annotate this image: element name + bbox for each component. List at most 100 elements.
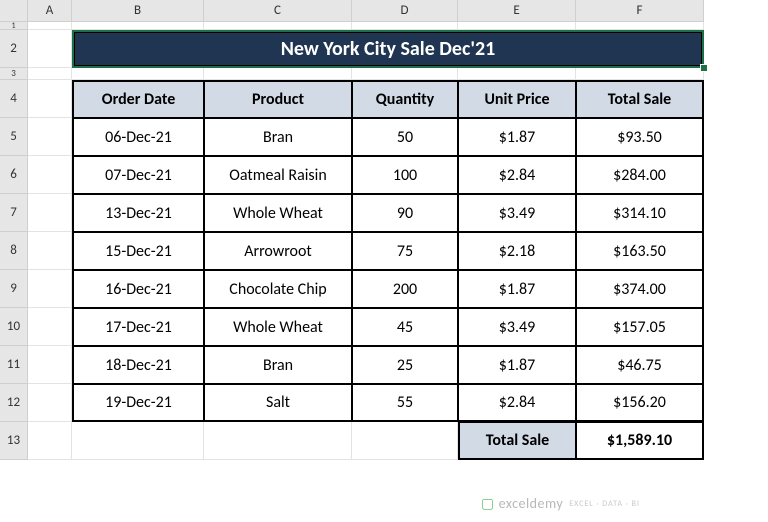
footer-total-label[interactable]: Total Sale: [458, 422, 576, 460]
cell-F1[interactable]: [576, 22, 704, 30]
header-product[interactable]: Product: [204, 80, 352, 118]
row-header-3[interactable]: 3: [0, 68, 28, 80]
cell-order-date[interactable]: 18-Dec-21: [72, 346, 204, 384]
cell-unit-price[interactable]: $3.49: [458, 194, 576, 232]
cell-total-sale[interactable]: $284.00: [576, 156, 704, 194]
footer-total-value[interactable]: $1,589.10: [576, 422, 704, 460]
cell-A1[interactable]: [28, 22, 72, 30]
row-header-1[interactable]: 1: [0, 22, 28, 30]
cell-gutter[interactable]: [28, 194, 72, 232]
row-header-11[interactable]: 11: [0, 346, 28, 384]
cell-A3[interactable]: [28, 68, 72, 80]
cell-quantity[interactable]: 90: [352, 194, 458, 232]
cell-E3[interactable]: [458, 68, 576, 80]
cell-unit-price[interactable]: $2.18: [458, 232, 576, 270]
cell-quantity[interactable]: 100: [352, 156, 458, 194]
header-order-date[interactable]: Order Date: [72, 80, 204, 118]
cell-order-date[interactable]: 06-Dec-21: [72, 118, 204, 156]
header-total-sale[interactable]: Total Sale: [576, 80, 704, 118]
cell-F3[interactable]: [576, 68, 704, 80]
cell-total-sale[interactable]: $163.50: [576, 232, 704, 270]
row-header-10[interactable]: 10: [0, 308, 28, 346]
cell-E1[interactable]: [458, 22, 576, 30]
cell-total-sale[interactable]: $314.10: [576, 194, 704, 232]
table-row: 07-Dec-21Oatmeal Raisin100$2.84$284.00: [28, 156, 704, 194]
cell-A13[interactable]: [28, 422, 72, 460]
cell-gutter[interactable]: [28, 308, 72, 346]
cell-gutter[interactable]: [28, 156, 72, 194]
cell-unit-price[interactable]: $2.84: [458, 156, 576, 194]
row-header-8[interactable]: 8: [0, 232, 28, 270]
cell-B1[interactable]: [72, 22, 204, 30]
row-header-6[interactable]: 6: [0, 156, 28, 194]
cell-product[interactable]: Oatmeal Raisin: [204, 156, 352, 194]
table-row: 19-Dec-21Salt55$2.84$156.20: [28, 384, 704, 422]
cell-D3[interactable]: [352, 68, 458, 80]
row-header-12[interactable]: 12: [0, 384, 28, 422]
cell-order-date[interactable]: 17-Dec-21: [72, 308, 204, 346]
cell-product[interactable]: Bran: [204, 118, 352, 156]
cell-unit-price[interactable]: $2.84: [458, 384, 576, 422]
col-header-E[interactable]: E: [458, 0, 576, 22]
row-header-9[interactable]: 9: [0, 270, 28, 308]
table-row: 18-Dec-21Bran25$1.87$46.75: [28, 346, 704, 384]
watermark: ▢ exceldemy EXCEL · DATA · BI: [481, 495, 640, 512]
col-header-B[interactable]: B: [72, 0, 204, 22]
cell-total-sale[interactable]: $93.50: [576, 118, 704, 156]
cell-A4[interactable]: [28, 80, 72, 118]
cell-C13[interactable]: [204, 422, 352, 460]
cell-gutter[interactable]: [28, 384, 72, 422]
cell-product[interactable]: Whole Wheat: [204, 308, 352, 346]
cell-unit-price[interactable]: $3.49: [458, 308, 576, 346]
cell-total-sale[interactable]: $374.00: [576, 270, 704, 308]
cell-unit-price[interactable]: $1.87: [458, 346, 576, 384]
cell-quantity[interactable]: 45: [352, 308, 458, 346]
cell-total-sale[interactable]: $157.05: [576, 308, 704, 346]
selection-handle-icon[interactable]: [700, 64, 708, 72]
row-header-2[interactable]: 2: [0, 30, 28, 68]
col-header-F[interactable]: F: [576, 0, 704, 22]
cell-gutter[interactable]: [28, 232, 72, 270]
cell-order-date[interactable]: 07-Dec-21: [72, 156, 204, 194]
header-quantity[interactable]: Quantity: [352, 80, 458, 118]
cell-C1[interactable]: [204, 22, 352, 30]
cell-B3[interactable]: [72, 68, 204, 80]
col-header-D[interactable]: D: [352, 0, 458, 22]
row-header-13[interactable]: 13: [0, 422, 28, 460]
cell-C3[interactable]: [204, 68, 352, 80]
cell-product[interactable]: Salt: [204, 384, 352, 422]
select-all-corner[interactable]: [0, 0, 28, 22]
cell-quantity[interactable]: 55: [352, 384, 458, 422]
cell-product[interactable]: Bran: [204, 346, 352, 384]
cell-order-date[interactable]: 16-Dec-21: [72, 270, 204, 308]
cell-gutter[interactable]: [28, 118, 72, 156]
cell-A2[interactable]: [28, 30, 72, 68]
cell-order-date[interactable]: 19-Dec-21: [72, 384, 204, 422]
cell-total-sale[interactable]: $156.20: [576, 384, 704, 422]
title-cell[interactable]: New York City Sale Dec'21: [72, 30, 704, 68]
row-header-5[interactable]: 5: [0, 118, 28, 156]
cell-order-date[interactable]: 15-Dec-21: [72, 232, 204, 270]
cell-gutter[interactable]: [28, 346, 72, 384]
cell-quantity[interactable]: 200: [352, 270, 458, 308]
cell-quantity[interactable]: 25: [352, 346, 458, 384]
row-headers: 1 2 3 4 5 6 7 8 9 10 11 12 13: [0, 22, 28, 460]
cell-unit-price[interactable]: $1.87: [458, 118, 576, 156]
cell-gutter[interactable]: [28, 270, 72, 308]
cell-B13[interactable]: [72, 422, 204, 460]
cell-quantity[interactable]: 50: [352, 118, 458, 156]
cell-total-sale[interactable]: $46.75: [576, 346, 704, 384]
header-unit-price[interactable]: Unit Price: [458, 80, 576, 118]
cell-order-date[interactable]: 13-Dec-21: [72, 194, 204, 232]
cell-product[interactable]: Chocolate Chip: [204, 270, 352, 308]
cell-product[interactable]: Whole Wheat: [204, 194, 352, 232]
col-header-C[interactable]: C: [204, 0, 352, 22]
col-header-A[interactable]: A: [28, 0, 72, 22]
cell-D13[interactable]: [352, 422, 458, 460]
cell-quantity[interactable]: 75: [352, 232, 458, 270]
cell-product[interactable]: Arrowroot: [204, 232, 352, 270]
row-header-4[interactable]: 4: [0, 80, 28, 118]
row-header-7[interactable]: 7: [0, 194, 28, 232]
cell-unit-price[interactable]: $1.87: [458, 270, 576, 308]
cell-D1[interactable]: [352, 22, 458, 30]
